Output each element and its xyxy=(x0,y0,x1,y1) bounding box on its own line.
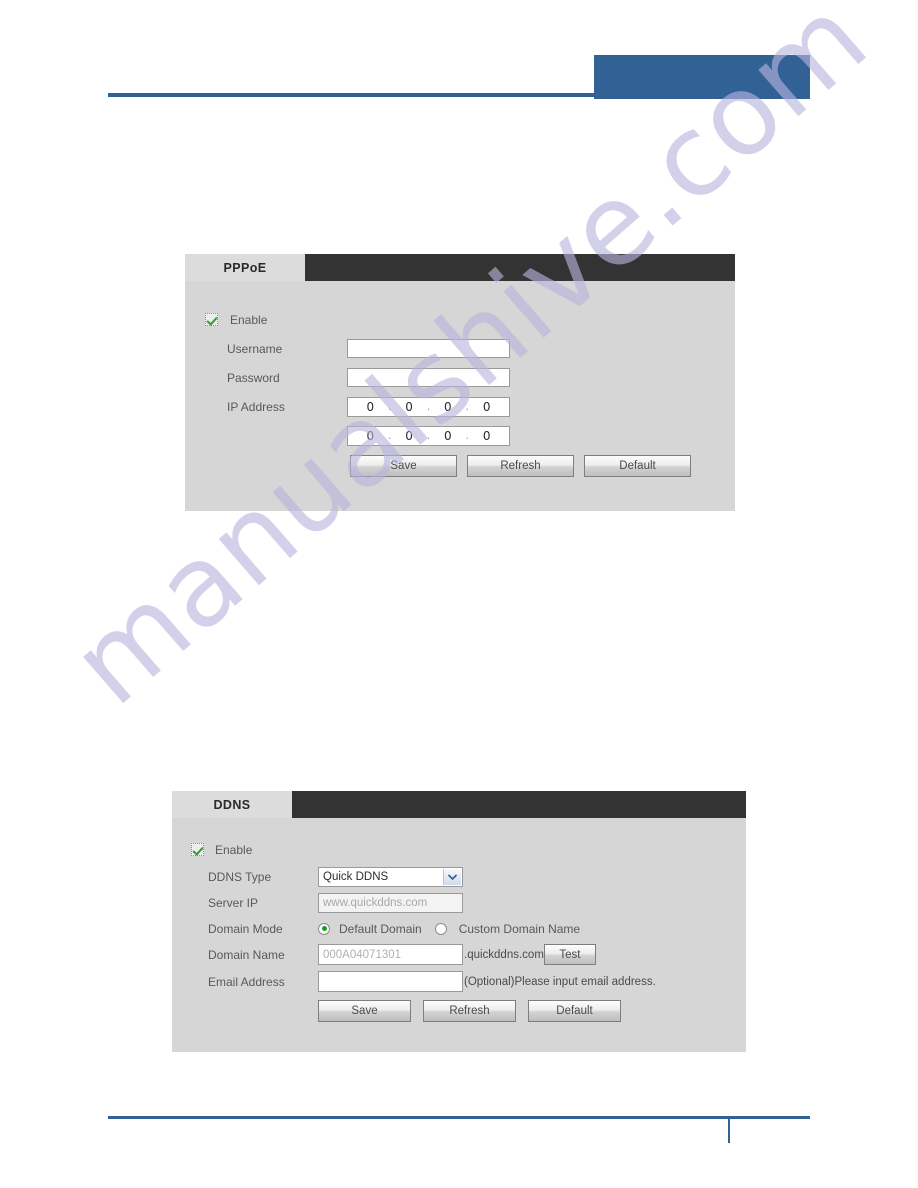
footer-tick-mark xyxy=(728,1118,730,1143)
ip-separator: . xyxy=(465,400,470,413)
pppoe-username-input[interactable] xyxy=(347,339,510,358)
pppoe-refresh-button[interactable]: Refresh xyxy=(467,455,574,477)
ddns-server-ip-row: Server IP xyxy=(208,888,728,917)
pppoe-password-input[interactable] xyxy=(347,368,510,387)
ddns-domain-name-label: Domain Name xyxy=(208,947,285,962)
ddns-refresh-button[interactable]: Refresh xyxy=(423,1000,516,1022)
pppoe-password-row: Password xyxy=(227,363,687,392)
ddns-type-select[interactable]: Quick DDNS xyxy=(318,866,463,887)
ddns-button-row: Save Refresh Default xyxy=(318,1000,621,1022)
ip-octet: 0 xyxy=(366,428,375,443)
ip-separator: . xyxy=(426,400,431,413)
ddns-domain-mode-row: Domain Mode Default Domain Custom Domain… xyxy=(208,914,728,943)
pppoe-enable-checkbox[interactable] xyxy=(205,313,218,326)
ddns-panel: DDNS Enable DDNS Type Quick DDNS Server … xyxy=(172,791,746,1052)
pppoe-default-button[interactable]: Default xyxy=(584,455,691,477)
ip-octet: 0 xyxy=(444,399,452,414)
ddns-default-button[interactable]: Default xyxy=(528,1000,621,1022)
ddns-domain-name-input[interactable] xyxy=(318,944,463,965)
tab-ddns[interactable]: DDNS xyxy=(172,791,292,818)
pppoe-tabbar-fill xyxy=(305,254,735,281)
ddns-tabbar: DDNS xyxy=(172,791,746,818)
ddns-save-button[interactable]: Save xyxy=(318,1000,411,1022)
radio-custom-domain-name-label: Custom Domain Name xyxy=(458,921,581,936)
radio-default-domain-label: Default Domain xyxy=(339,921,422,936)
ddns-domain-suffix: .quickddns.com xyxy=(464,948,544,961)
pppoe-ip-address-secondary[interactable]: 0 . 0 . 0 . 0 xyxy=(347,425,510,446)
ddns-server-ip-input[interactable] xyxy=(318,892,463,913)
footer-divider-rule xyxy=(108,1116,810,1119)
ddns-test-button[interactable]: Test xyxy=(543,944,596,965)
ddns-enable-row: Enable xyxy=(191,835,252,864)
pppoe-username-label: Username xyxy=(227,341,283,356)
pppoe-panel: PPPoE Enable Username Password IP Addres… xyxy=(185,254,735,511)
pppoe-ip-address-row-secondary: 0 . 0 . 0 . 0 xyxy=(227,421,687,450)
pppoe-ip-address-label: IP Address xyxy=(227,399,285,414)
ip-separator: . xyxy=(426,429,431,442)
radio-default-domain[interactable] xyxy=(318,922,330,935)
ip-octet: 0 xyxy=(405,399,413,414)
pppoe-username-row: Username xyxy=(227,334,687,363)
page-footer xyxy=(0,1098,918,1188)
pppoe-ip-address-primary[interactable]: 0 . 0 . 0 . 0 xyxy=(347,396,510,417)
pppoe-ip-address-row: IP Address 0 . 0 . 0 . 0 xyxy=(227,392,687,421)
ip-separator: . xyxy=(465,429,470,442)
ip-octet: 0 xyxy=(405,428,413,443)
ip-separator: . xyxy=(387,429,392,442)
ddns-enable-label: Enable xyxy=(215,842,253,857)
ip-octet: 0 xyxy=(482,428,491,443)
chevron-down-icon[interactable] xyxy=(443,868,461,885)
radio-custom-domain-name[interactable] xyxy=(434,922,447,935)
ddns-type-row: DDNS Type Quick DDNS xyxy=(208,862,728,891)
ddns-email-address-label: Email Address xyxy=(208,974,285,989)
pppoe-save-button[interactable]: Save xyxy=(350,455,457,477)
header-divider-rule xyxy=(108,93,810,97)
ip-octet: 0 xyxy=(366,399,375,414)
ddns-enable-checkbox[interactable] xyxy=(191,843,204,856)
tab-pppoe[interactable]: PPPoE xyxy=(185,254,305,281)
ddns-email-hint: (Optional)Please input email address. xyxy=(464,975,656,988)
ddns-server-ip-label: Server IP xyxy=(208,895,259,910)
pppoe-tabbar: PPPoE xyxy=(185,254,735,281)
ddns-domain-mode-label: Domain Mode xyxy=(208,921,283,936)
ddns-tabbar-fill xyxy=(292,791,746,818)
ddns-email-address-input[interactable] xyxy=(318,971,463,992)
ip-separator: . xyxy=(387,400,392,413)
page-header xyxy=(0,0,918,120)
pppoe-enable-row: Enable xyxy=(205,305,267,334)
ddns-domain-name-row: Domain Name .quickddns.com Test xyxy=(208,940,748,969)
ddns-type-selected-value: Quick DDNS xyxy=(323,870,389,883)
pppoe-password-label: Password xyxy=(227,370,280,385)
pppoe-button-row: Save Refresh Default xyxy=(350,455,691,477)
ddns-email-address-row: Email Address (Optional)Please input ema… xyxy=(208,967,748,996)
ip-octet: 0 xyxy=(482,399,491,414)
ip-octet: 0 xyxy=(444,428,452,443)
pppoe-enable-label: Enable xyxy=(230,312,268,327)
ddns-type-label: DDNS Type xyxy=(208,869,272,884)
